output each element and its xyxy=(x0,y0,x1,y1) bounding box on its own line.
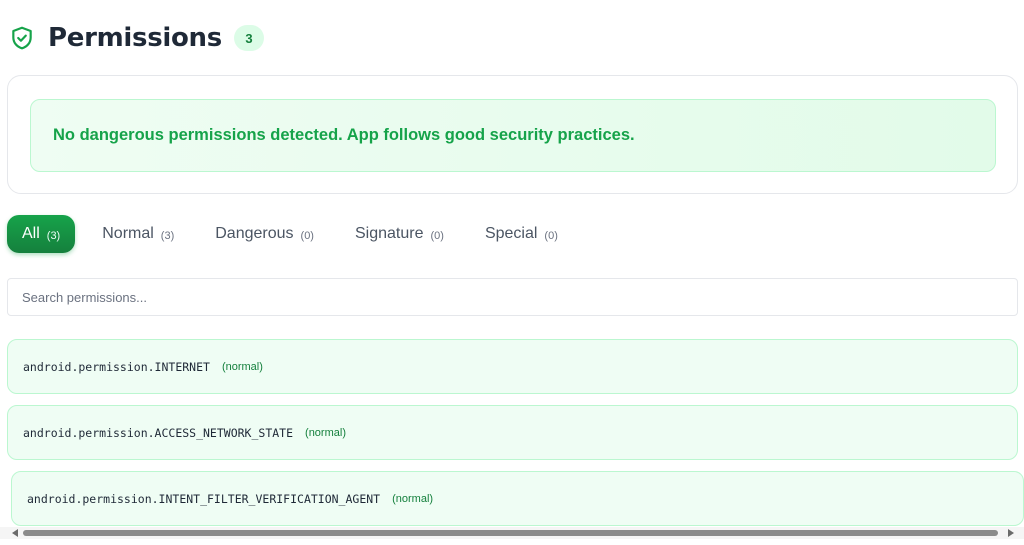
permission-name: android.permission.INTERNET xyxy=(23,359,210,374)
alert-message: No dangerous permissions detected. App f… xyxy=(53,126,635,144)
tab-label: Special xyxy=(484,225,538,242)
horizontal-scrollbar[interactable] xyxy=(0,527,1024,539)
tab-count: (0) xyxy=(430,229,444,242)
tab-label: Signature xyxy=(354,225,424,242)
shield-check-icon xyxy=(9,25,35,51)
permissions-header: Permissions 3 xyxy=(9,18,264,58)
permission-level: (normal) xyxy=(221,360,263,373)
permission-name: android.permission.INTENT_FILTER_VERIFIC… xyxy=(27,491,381,506)
tab-all[interactable]: All (3) xyxy=(7,215,76,253)
tab-count: (0) xyxy=(544,229,558,242)
tab-label: Dangerous xyxy=(215,225,294,242)
tab-dangerous[interactable]: Dangerous (0) xyxy=(215,215,314,253)
tab-label: Normal xyxy=(102,225,154,242)
scrollbar-thumb[interactable] xyxy=(23,530,998,536)
scroll-right-arrow-icon[interactable] xyxy=(1008,529,1014,537)
tab-count: (3) xyxy=(46,229,61,242)
tab-signature[interactable]: Signature (0) xyxy=(355,215,444,253)
search-permissions-input[interactable] xyxy=(7,278,1018,316)
permission-row[interactable]: android.permission.INTENT_FILTER_VERIFIC… xyxy=(11,471,1024,526)
tab-special[interactable]: Special (0) xyxy=(485,215,558,253)
page-title: Permissions xyxy=(48,23,222,53)
scroll-left-arrow-icon[interactable] xyxy=(12,529,18,537)
permission-name: android.permission.ACCESS_NETWORK_STATE xyxy=(23,425,294,440)
tab-count: (0) xyxy=(300,229,314,242)
tab-count: (3) xyxy=(160,229,175,242)
permission-count-badge: 3 xyxy=(233,25,264,51)
security-summary-card: No dangerous permissions detected. App f… xyxy=(7,75,1018,194)
tab-normal[interactable]: Normal (3) xyxy=(102,215,174,253)
permission-row[interactable]: android.permission.ACCESS_NETWORK_STATE … xyxy=(7,405,1018,460)
no-danger-alert: No dangerous permissions detected. App f… xyxy=(30,99,996,172)
permission-level: (normal) xyxy=(305,426,346,439)
permission-filter-tabs: All (3) Normal (3) Dangerous (0) Signatu… xyxy=(7,215,558,253)
permission-row[interactable]: android.permission.INTERNET (normal) xyxy=(7,339,1018,394)
tab-label: All xyxy=(22,225,40,242)
permission-level: (normal) xyxy=(392,492,434,505)
